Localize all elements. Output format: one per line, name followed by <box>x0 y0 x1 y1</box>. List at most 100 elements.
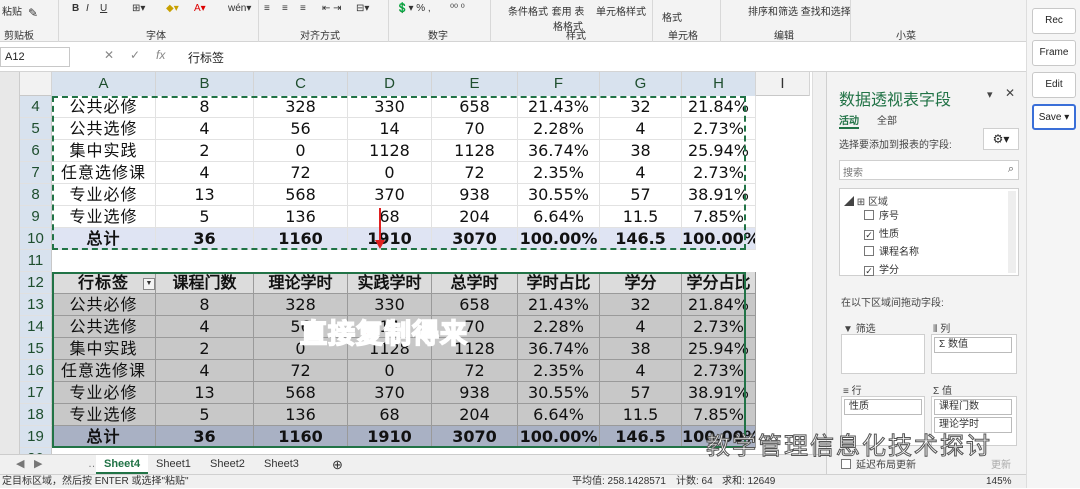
row-header[interactable]: 6 <box>20 140 52 162</box>
function-button[interactable]: fx <box>156 48 165 62</box>
field-search-input[interactable]: 搜索 ⌕ <box>839 160 1019 180</box>
cell[interactable]: 658 <box>432 96 518 118</box>
indent-icon[interactable]: ⇤ ⇥ <box>322 3 342 14</box>
cell[interactable]: 36 <box>156 426 254 448</box>
tab-active[interactable]: 活动 <box>839 112 859 129</box>
value-chip-0[interactable]: 课程门数 <box>934 399 1012 415</box>
cell[interactable]: 专业选修 <box>52 206 156 228</box>
row-header[interactable]: 12 <box>20 272 52 294</box>
cell[interactable]: 13 <box>156 382 254 404</box>
cell[interactable]: 70 <box>432 118 518 140</box>
cell[interactable]: 专业选修 <box>52 404 156 426</box>
cell[interactable]: 68 <box>348 404 432 426</box>
underline-button[interactable]: U <box>100 3 107 14</box>
cell[interactable]: 专业必修 <box>52 382 156 404</box>
cell[interactable]: 100.00% <box>518 426 600 448</box>
cell[interactable]: 938 <box>432 382 518 404</box>
cell[interactable]: 72 <box>254 162 348 184</box>
cell[interactable]: 4 <box>600 118 682 140</box>
cell[interactable]: 总计 <box>52 426 156 448</box>
cell[interactable]: 25.94% <box>682 338 756 360</box>
zoom-level[interactable]: 145% <box>986 475 1012 489</box>
field-item-1[interactable]: ✓ 性质 <box>864 225 899 240</box>
cell[interactable]: 72 <box>432 360 518 382</box>
cell[interactable]: 146.5 <box>600 228 682 250</box>
row-header[interactable]: 4 <box>20 96 52 118</box>
col-chip[interactable]: Σ 数值 <box>934 337 1012 353</box>
cell[interactable]: 0 <box>348 360 432 382</box>
cell[interactable]: 行标签 <box>52 272 156 294</box>
cell[interactable]: 集中实践 <box>52 338 156 360</box>
merge-icon[interactable]: ⊟▾ <box>356 3 369 14</box>
column-header-d[interactable]: D <box>348 72 432 96</box>
formula-input[interactable]: 行标签 <box>188 49 224 66</box>
align-left-icon[interactable]: ≡ <box>264 3 270 14</box>
sort-find-button[interactable]: 排序和筛选 查找和选择 <box>748 3 851 18</box>
cell[interactable]: 370 <box>348 184 432 206</box>
checkbox-icon[interactable] <box>864 246 874 256</box>
fill-color-icon[interactable]: ◆▾ <box>166 3 179 14</box>
columns-area[interactable]: Σ 数值 <box>931 334 1017 374</box>
checkbox-checked-icon[interactable]: ✓ <box>864 230 874 240</box>
cell[interactable]: 4 <box>156 162 254 184</box>
cell[interactable]: 13 <box>156 184 254 206</box>
cell[interactable]: 4 <box>156 118 254 140</box>
field-list-scrollbar[interactable] <box>1008 191 1016 273</box>
cell[interactable]: 公共选修 <box>52 316 156 338</box>
cell[interactable]: 38 <box>600 140 682 162</box>
field-item-2[interactable]: 课程名称 <box>864 243 919 258</box>
cell[interactable]: 专业必修 <box>52 184 156 206</box>
align-center-icon[interactable]: ≡ <box>282 3 288 14</box>
cell[interactable]: 38 <box>600 338 682 360</box>
cell[interactable]: 1910 <box>348 228 432 250</box>
phonetic-icon[interactable]: wén▾ <box>228 3 251 14</box>
column-header-a[interactable]: A <box>52 72 156 96</box>
cell[interactable]: 2.73% <box>682 360 756 382</box>
pane-options-icon[interactable]: ▾ <box>987 88 993 101</box>
filter-dropdown-icon[interactable]: ▼ <box>143 278 155 290</box>
update-button[interactable]: 更新 <box>991 456 1011 471</box>
cell[interactable]: 57 <box>600 382 682 404</box>
column-header-f[interactable]: F <box>518 72 600 96</box>
cell[interactable]: 7.85% <box>682 206 756 228</box>
cell[interactable]: 8 <box>156 96 254 118</box>
row-header[interactable]: 10 <box>20 228 52 250</box>
cancel-icon[interactable]: ✕ <box>104 48 114 62</box>
filter-area[interactable] <box>841 334 925 374</box>
cell[interactable]: 38.91% <box>682 184 756 206</box>
row-header[interactable]: 8 <box>20 184 52 206</box>
cell[interactable]: 204 <box>432 206 518 228</box>
spreadsheet-grid[interactable]: ABCDEFGHI 4 公共必修 8 328 330 658 21.43% 32 21.84% 5… <box>20 72 810 454</box>
cell[interactable]: 2.28% <box>518 118 600 140</box>
italic-button[interactable]: I <box>86 3 89 14</box>
cell[interactable]: 集中实践 <box>52 140 156 162</box>
row-chip[interactable]: 性质 <box>844 399 922 415</box>
cell[interactable]: 21.43% <box>518 96 600 118</box>
cell[interactable]: 6.64% <box>518 404 600 426</box>
tab-sheet1[interactable]: Sheet1 <box>148 455 199 474</box>
cell[interactable]: 4 <box>600 162 682 184</box>
cell[interactable]: 2.73% <box>682 118 756 140</box>
cell[interactable]: 总学时 <box>432 272 518 294</box>
cell[interactable]: 330 <box>348 96 432 118</box>
cell[interactable]: 38.91% <box>682 382 756 404</box>
cell[interactable]: 2.35% <box>518 162 600 184</box>
cell[interactable]: 课程门数 <box>156 272 254 294</box>
rec-button[interactable]: Rec <box>1032 8 1076 34</box>
cell[interactable]: 72 <box>254 360 348 382</box>
close-icon[interactable]: ✕ <box>1005 86 1015 100</box>
field-item-0[interactable]: 序号 <box>864 207 899 222</box>
row-header[interactable]: 18 <box>20 404 52 426</box>
cell[interactable]: 32 <box>600 96 682 118</box>
edit-button[interactable]: Edit <box>1032 72 1076 98</box>
cell[interactable]: 136 <box>254 404 348 426</box>
row-header[interactable]: 16 <box>20 360 52 382</box>
save-button[interactable]: Save ▾ <box>1032 104 1076 130</box>
cell[interactable]: 1910 <box>348 426 432 448</box>
cell[interactable]: 100.00% <box>518 228 600 250</box>
cell[interactable]: 6.64% <box>518 206 600 228</box>
format-painter-icon[interactable]: ✎ <box>28 6 38 20</box>
cell[interactable]: 8 <box>156 294 254 316</box>
cell[interactable]: 30.55% <box>518 184 600 206</box>
cell-style-button[interactable]: 单元格样式 <box>596 3 646 18</box>
